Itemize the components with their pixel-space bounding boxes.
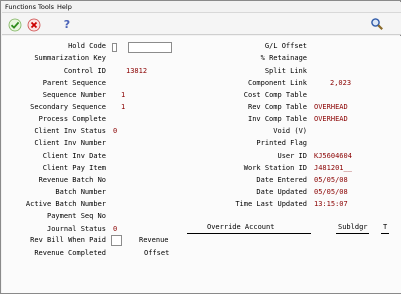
menu-functions[interactable]: Functions bbox=[5, 3, 36, 11]
type-header: T bbox=[383, 223, 388, 231]
revenue-batch-no-label: Revenue Batch No bbox=[38, 176, 106, 184]
question-mark-icon[interactable]: ? bbox=[60, 17, 74, 31]
subledger-underline bbox=[336, 233, 369, 234]
menu-tools[interactable]: Tools bbox=[38, 3, 54, 11]
client-inv-status-label: Client Inv Status bbox=[34, 127, 106, 135]
sequence-number-value: 1 bbox=[121, 91, 126, 99]
date-entered-label: Date Entered bbox=[256, 176, 307, 184]
void-label: Void (V) bbox=[273, 127, 307, 135]
secondary-sequence-label: Secondary Sequence bbox=[30, 103, 106, 111]
override-account-underline bbox=[187, 233, 311, 234]
menu-help[interactable]: Help bbox=[57, 3, 72, 11]
toolbar: ? bbox=[2, 13, 401, 35]
application-window: Functions Tools Help ? Hold Code Summari… bbox=[0, 0, 401, 294]
checkmark-icon[interactable] bbox=[8, 18, 22, 32]
rev-bill-when-paid-checkbox[interactable] bbox=[111, 235, 122, 246]
component-link-label: Component Link bbox=[247, 79, 307, 87]
batch-number-label: Batch Number bbox=[55, 188, 106, 196]
user-id-value: KJ5604604 bbox=[314, 152, 352, 160]
type-underline bbox=[381, 233, 389, 234]
work-station-id-value: J481201__ bbox=[314, 164, 352, 172]
cost-comp-table-label: Cost Comp Table bbox=[243, 91, 307, 99]
gl-offset-label: G/L Offset bbox=[264, 42, 307, 50]
sequence-number-label: Sequence Number bbox=[42, 91, 106, 99]
component-link-value: 2,023 bbox=[330, 79, 352, 87]
time-last-updated-label: Time Last Updated bbox=[235, 200, 307, 208]
offset-label: Offset bbox=[144, 249, 170, 257]
client-pay-item-label: Client Pay Item bbox=[42, 164, 106, 172]
process-complete-label: Process Complete bbox=[38, 115, 106, 123]
cancel-x-icon[interactable] bbox=[27, 18, 41, 32]
revenue-completed-label: Revenue Completed bbox=[34, 249, 106, 257]
payment-seq-no-label: Payment Seq No bbox=[46, 212, 106, 220]
date-entered-value: 05/05/08 bbox=[314, 176, 348, 184]
control-id-label: Control ID bbox=[63, 67, 106, 75]
inv-comp-table-value: OVERHEAD bbox=[314, 115, 348, 123]
rev-comp-table-label: Rev Comp Table bbox=[247, 103, 307, 111]
secondary-sequence-value: 1 bbox=[121, 103, 126, 111]
journal-status-label: Journal Status bbox=[46, 225, 106, 233]
date-updated-label: Date Updated bbox=[256, 188, 307, 196]
work-station-id-label: Work Station ID bbox=[243, 164, 307, 172]
rev-bill-when-paid-label: Rev Bill When Paid bbox=[30, 236, 106, 244]
binoculars-icon[interactable] bbox=[370, 17, 384, 31]
client-inv-status-value: 0 bbox=[113, 127, 118, 135]
date-updated-value: 05/05/08 bbox=[314, 188, 348, 196]
client-inv-date-label: Client Inv Date bbox=[42, 152, 106, 160]
rev-comp-table-value: OVERHEAD bbox=[314, 103, 348, 111]
override-account-header: Override Account bbox=[207, 223, 275, 231]
split-link-label: Split Link bbox=[264, 67, 307, 75]
user-id-label: User ID bbox=[277, 152, 307, 160]
retainage-label: % Retainage bbox=[260, 54, 307, 62]
svg-text:?: ? bbox=[64, 18, 70, 31]
hold-code-label: Hold Code bbox=[68, 42, 106, 50]
hold-code-input[interactable] bbox=[112, 43, 117, 52]
hold-code-description-field[interactable] bbox=[128, 42, 172, 53]
active-batch-number-label: Active Batch Number bbox=[25, 200, 106, 208]
control-id-value: 13812 bbox=[126, 67, 148, 75]
parent-sequence-label: Parent Sequence bbox=[42, 79, 106, 87]
menu-bar: Functions Tools Help bbox=[2, 2, 401, 13]
form-content: Hold Code Summarization Key Control ID 1… bbox=[2, 36, 401, 293]
revenue-label: Revenue bbox=[139, 236, 169, 244]
journal-status-value: 0 bbox=[113, 225, 118, 233]
printed-flag-label: Printed Flag bbox=[256, 139, 307, 147]
client-inv-number-label: Client Inv Number bbox=[34, 139, 106, 147]
summarization-key-label: Summarization Key bbox=[34, 54, 106, 62]
inv-comp-table-label: Inv Comp Table bbox=[247, 115, 307, 123]
time-last-updated-value: 13:15:07 bbox=[314, 200, 348, 208]
subledger-header: Subldgr bbox=[338, 223, 368, 231]
